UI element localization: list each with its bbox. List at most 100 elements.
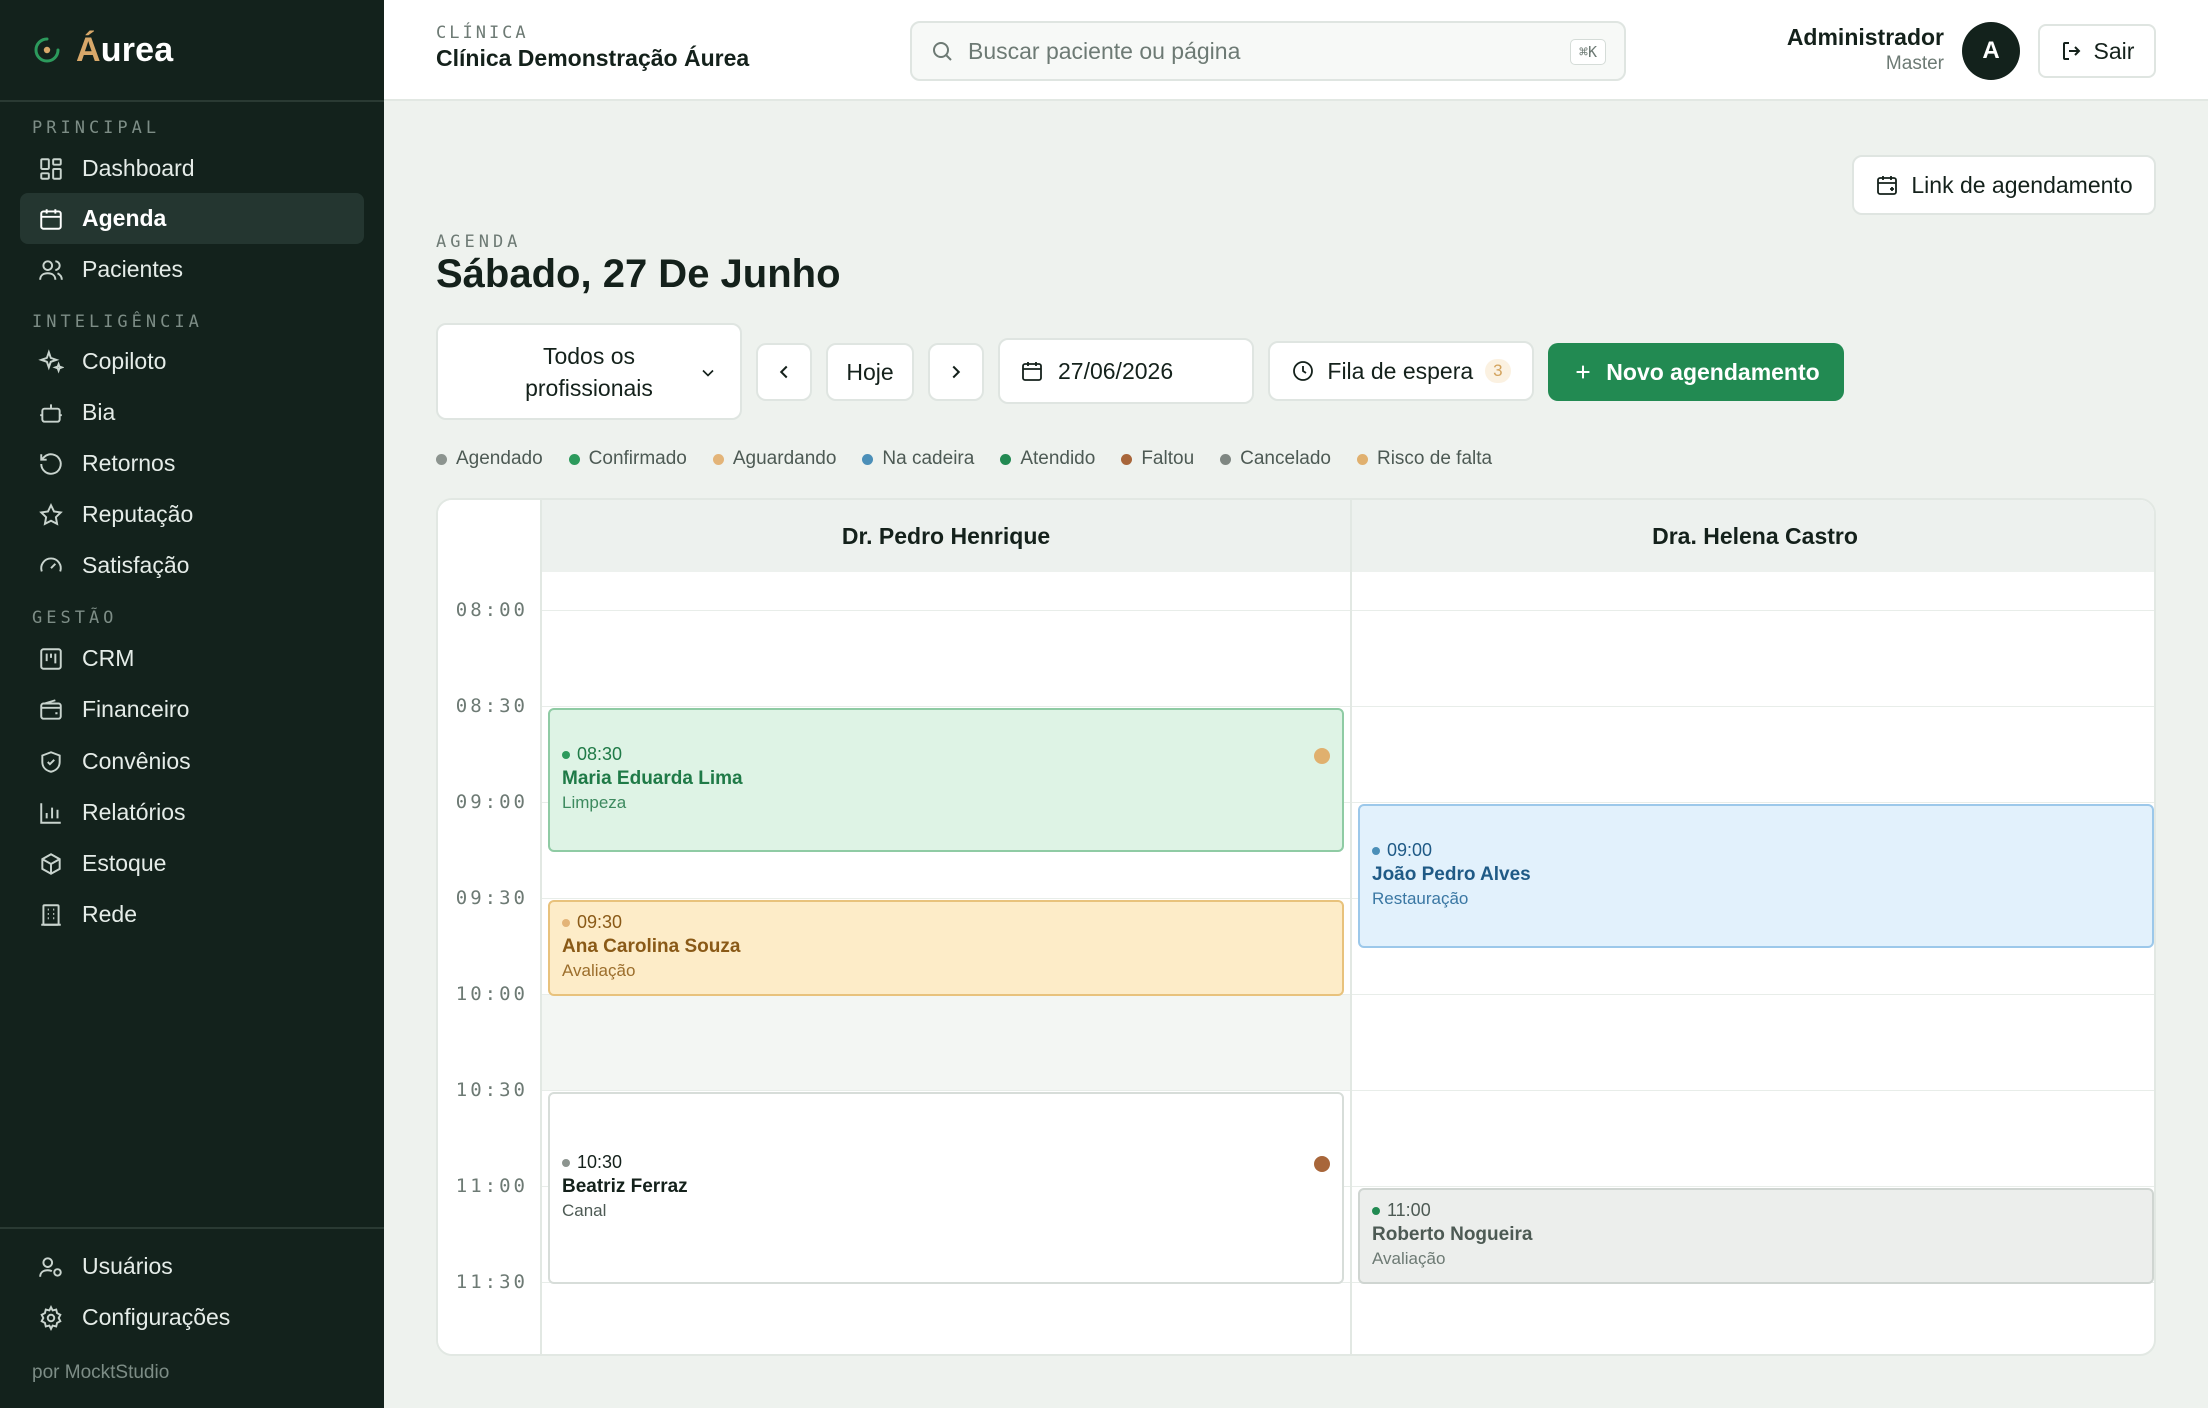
procedure-name: Limpeza <box>562 793 627 813</box>
section-label-inteligencia: INTELIGÊNCIA <box>32 312 203 332</box>
new-appointment-button[interactable]: Novo agendamento <box>1548 343 1844 401</box>
time-label: 11:30 <box>455 1271 528 1294</box>
sidebar-item-bia[interactable]: Bia <box>20 387 364 438</box>
appointment-card[interactable]: 08:30 Maria Eduarda Lima Limpeza <box>548 708 1344 853</box>
bot-icon <box>40 403 62 423</box>
section-label-principal: PRINCIPAL <box>32 118 161 138</box>
clock-icon <box>1293 361 1314 381</box>
sidebar-item-label: Pacientes <box>82 256 184 282</box>
search-input[interactable] <box>968 37 1528 65</box>
professional-select[interactable]: Todos os profissionais <box>436 323 742 420</box>
sidebar-item-convenios[interactable]: Convênios <box>20 736 364 787</box>
brand-mark-icon <box>34 37 60 63</box>
appointment-time-text: 08:30 <box>577 744 623 765</box>
section-label: AGENDA <box>436 232 522 252</box>
legend-item: Aguardando <box>712 448 836 470</box>
scheduling-link-button[interactable]: Link de agendamento <box>1852 155 2156 215</box>
appointment-time: 11:00 <box>1372 1200 2140 1221</box>
sidebar-item-satisfacao[interactable]: Satisfação <box>20 540 364 591</box>
calendar-grid: 08:00 08:30 09:00 09:30 10:00 10:30 11:00 11:30… <box>436 498 2156 1356</box>
waitlist-button[interactable]: Fila de espera 3 <box>1268 341 1534 401</box>
clinic-label: CLÍNICA <box>436 23 529 43</box>
sidebar-item-label: Dashboard <box>82 155 195 181</box>
procedure-name: Avaliação <box>1372 1249 1446 1269</box>
search-shortcut-hint: ⌘K <box>1569 39 1606 65</box>
appointment-card[interactable]: 11:00 Roberto Nogueira Avaliação <box>1358 1188 2154 1285</box>
sidebar-item-pacientes[interactable]: Pacientes <box>20 244 364 295</box>
time-label: 10:00 <box>455 983 528 1006</box>
chevron-down-icon <box>702 369 714 377</box>
sidebar-item-agenda[interactable]: Agenda <box>20 193 364 244</box>
appointment-card[interactable]: 10:30 Beatriz Ferraz Canal <box>548 1092 1344 1285</box>
today-button[interactable]: Hoje <box>826 343 914 401</box>
legend-item: Atendido <box>1000 448 1095 470</box>
hour-gridline <box>542 706 2154 708</box>
star-icon <box>39 502 63 526</box>
column-divider <box>1350 500 1352 1354</box>
waitlist-count-badge: 3 <box>1485 359 1511 383</box>
shield-icon <box>41 750 61 773</box>
sidebar-item-relatorios[interactable]: Relatórios <box>20 787 364 838</box>
calendar-icon <box>1022 362 1042 381</box>
appointment-time: 09:00 <box>1372 840 2140 861</box>
next-day-button[interactable] <box>928 343 984 401</box>
sidebar-item-estoque[interactable]: Estoque <box>20 838 364 889</box>
sidebar-item-crm[interactable]: CRM <box>20 633 364 684</box>
legend-dot-icon <box>1220 453 1232 465</box>
sidebar-item-financeiro[interactable]: Financeiro <box>20 684 364 735</box>
date-picker[interactable]: 27/06/2026 <box>998 338 1254 404</box>
dashboard-icon <box>40 157 62 180</box>
status-dot-icon <box>1372 846 1380 855</box>
legend-item: Agendado <box>436 448 543 470</box>
sidebar-item-configuracoes[interactable]: Configurações <box>20 1292 364 1343</box>
calendar-corner <box>438 500 540 572</box>
user-cog-icon <box>39 1256 62 1277</box>
logout-icon <box>2062 42 2080 60</box>
legend-dot-icon <box>1000 453 1012 465</box>
sidebar-item-label: Estoque <box>82 850 167 876</box>
sidebar-item-label: Copiloto <box>82 348 167 374</box>
professional-select-value: Todos os profissionais <box>525 342 653 401</box>
unavailable-slot <box>542 994 1350 1091</box>
sidebar-item-reputacao[interactable]: Reputação <box>20 489 364 540</box>
patient-name: Roberto Nogueira <box>1372 1224 1533 1246</box>
time-label: 09:30 <box>455 887 528 910</box>
sidebar-item-usuarios[interactable]: Usuários <box>20 1241 364 1292</box>
date-value: 27/06/2026 <box>1058 357 1174 384</box>
chevron-right-icon <box>952 365 961 379</box>
logout-button[interactable]: Sair <box>2038 24 2156 78</box>
appointment-time: 09:30 <box>562 912 1330 933</box>
scheduling-link-label: Link de agendamento <box>1911 171 2133 198</box>
brand-logo[interactable]: Áurea <box>32 0 173 100</box>
appointment-time-text: 09:00 <box>1387 840 1433 861</box>
status-dot-icon <box>562 750 570 759</box>
hour-gridline <box>542 1090 2154 1092</box>
user-name: Administrador <box>1786 24 1944 50</box>
sidebar-item-dashboard[interactable]: Dashboard <box>20 143 364 194</box>
appointment-card[interactable]: 09:00 João Pedro Alves Restauração <box>1358 804 2154 949</box>
chevron-left-icon <box>779 365 788 379</box>
sidebar-item-copiloto[interactable]: Copiloto <box>20 336 364 387</box>
time-label: 08:30 <box>455 695 528 718</box>
sidebar-item-retornos[interactable]: Retornos <box>20 438 364 489</box>
package-icon <box>41 852 61 875</box>
building-icon <box>41 903 61 926</box>
sidebar-item-label: Convênios <box>82 748 191 774</box>
sidebar-item-label: Retornos <box>82 450 176 476</box>
avatar[interactable]: A <box>1962 22 2020 80</box>
legend-label: Risco de falta <box>1376 448 1493 469</box>
sidebar-item-rede[interactable]: Rede <box>20 889 364 940</box>
top-header: CLÍNICA Clínica Demonstração Áurea ⌘K Ad… <box>384 0 2208 101</box>
patient-name: Maria Eduarda Lima <box>562 768 743 790</box>
sidebar-item-label: Configurações <box>82 1304 231 1330</box>
page-title: Sábado, 27 De Junho <box>436 252 841 296</box>
kanban-icon <box>40 647 62 670</box>
previous-day-button[interactable] <box>756 343 812 401</box>
status-dot-icon <box>562 1158 570 1167</box>
appointment-card[interactable]: 09:30 Ana Carolina Souza Avaliação <box>548 900 1344 997</box>
sidebar-item-label: Reputação <box>82 501 194 527</box>
legend-label: Confirmado <box>588 448 687 469</box>
search-box[interactable]: ⌘K <box>910 21 1626 81</box>
appointment-time-text: 10:30 <box>577 1152 623 1173</box>
procedure-name: Avaliação <box>562 961 636 981</box>
